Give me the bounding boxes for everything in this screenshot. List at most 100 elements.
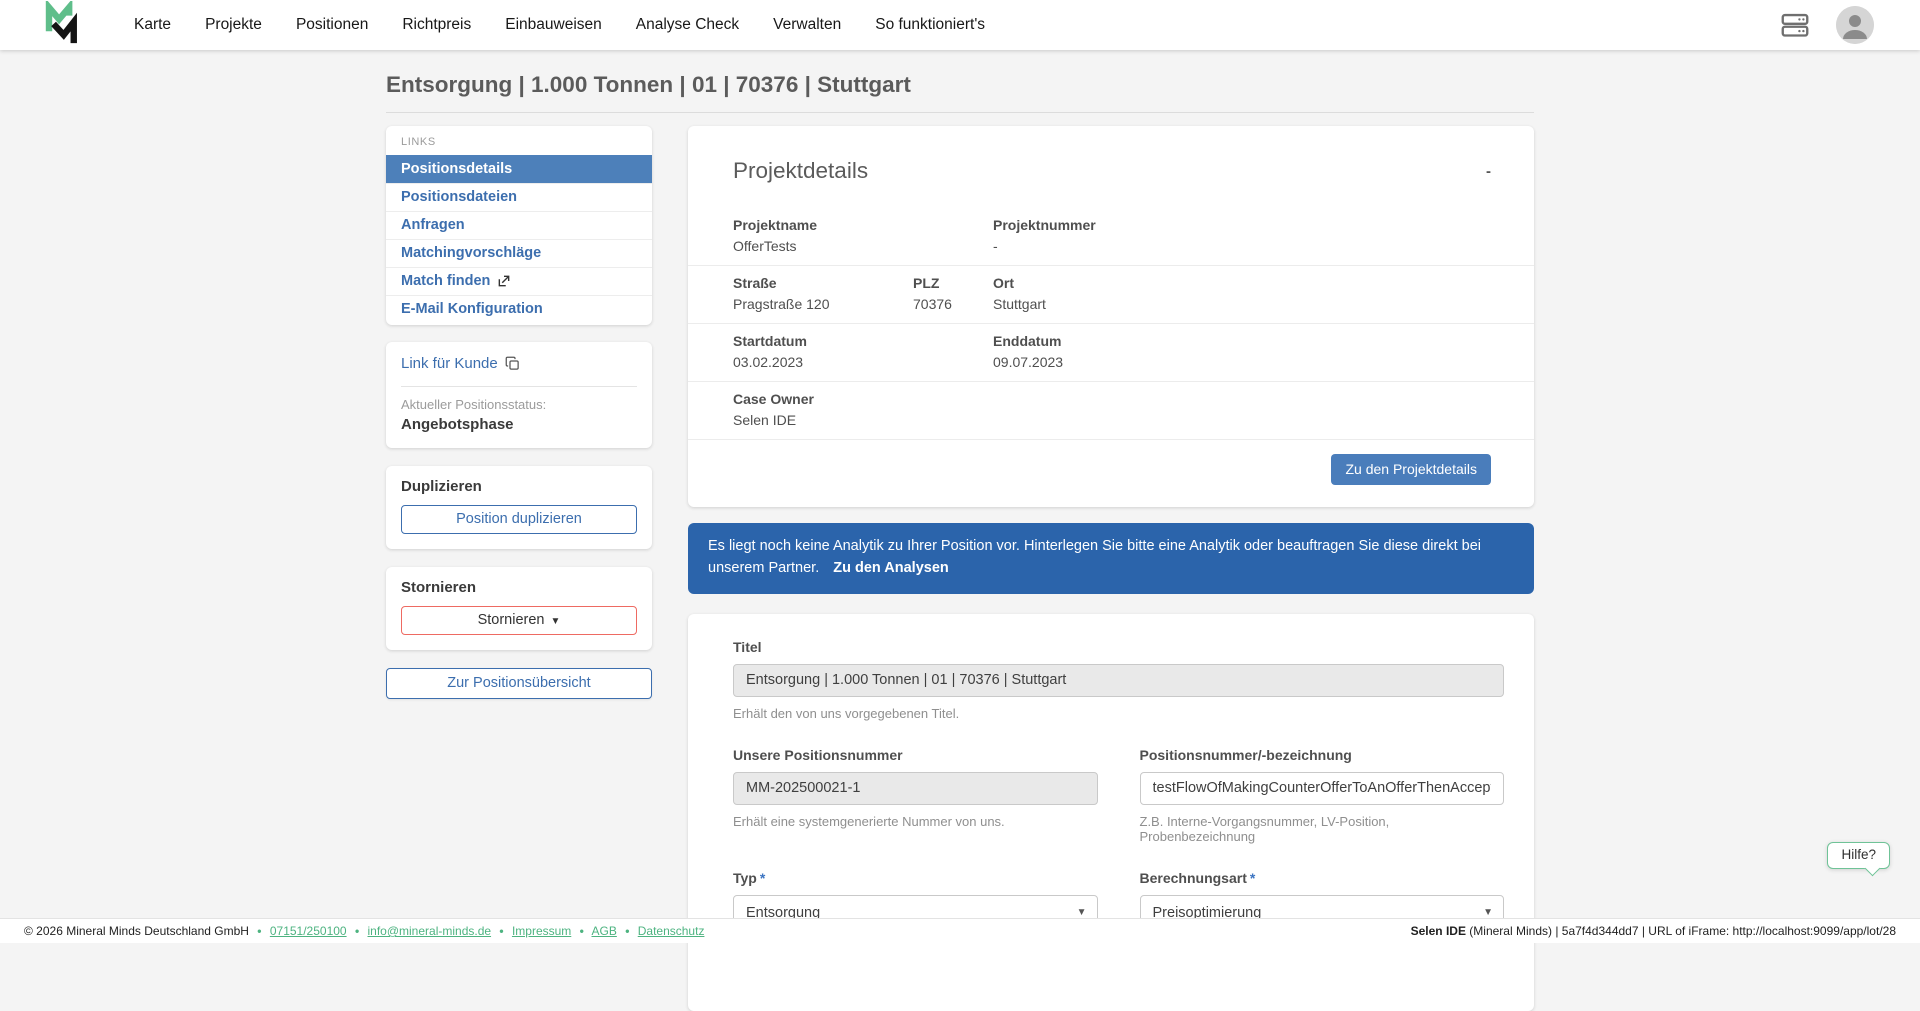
caret-down-icon: ▼: [1483, 907, 1493, 918]
position-form-card: Titel Erhält den von uns vorgegebenen Ti…: [688, 614, 1534, 1011]
project-row-dates: Startdatum 03.02.2023 Enddatum 09.07.202…: [688, 323, 1534, 381]
customer-link-card: Link für Kunde Aktueller Positionsstatus…: [386, 342, 652, 448]
required-asterisk: *: [760, 870, 765, 886]
footer-separator: •: [355, 924, 359, 938]
banner-text: Es liegt noch keine Analytik zu Ihrer Po…: [708, 538, 1481, 576]
position-status-label: Aktueller Positionsstatus:: [401, 397, 637, 412]
footer-email-link[interactable]: info@mineral-minds.de: [367, 924, 491, 938]
sidebar-item-email-konfiguration[interactable]: E-Mail Konfiguration: [386, 295, 652, 323]
berechnungsart-label: Berechnungsart*: [1140, 870, 1505, 886]
project-details-title: Projektdetails: [733, 158, 868, 184]
our-position-number-input: [733, 772, 1098, 805]
sidebar-item-positionsdetails[interactable]: Positionsdetails: [386, 155, 652, 183]
collapse-minus-icon[interactable]: -: [1486, 158, 1491, 179]
nav-item-positionen[interactable]: Positionen: [296, 16, 368, 34]
copy-icon: [505, 356, 520, 371]
sidebar-item-matchingvorschlaege[interactable]: Matchingvorschläge: [386, 239, 652, 267]
footer-separator: •: [257, 924, 261, 938]
our-position-number-helper: Erhält eine systemgenerierte Nummer von …: [733, 814, 1098, 829]
position-status-value: Angebotsphase: [401, 416, 637, 433]
footer: © 2026 Mineral Minds Deutschland GmbH • …: [0, 918, 1920, 943]
project-row-address: Straße Pragstraße 120 PLZ 70376 Ort Stut…: [688, 265, 1534, 323]
field-label: Startdatum: [733, 333, 993, 349]
copyright-text: © 2026 Mineral Minds Deutschland GmbH: [24, 924, 249, 938]
footer-session-text: (Mineral Minds) | 5a7f4d344dd7 | URL of …: [1466, 924, 1896, 938]
titel-helper-text: Erhält den von uns vorgegebenen Titel.: [733, 706, 1504, 721]
footer-separator: •: [580, 924, 584, 938]
cancel-button-label: Stornieren: [478, 612, 545, 628]
go-to-analyses-link[interactable]: Zu den Analysen: [833, 560, 948, 576]
user-avatar[interactable]: [1836, 6, 1874, 44]
nav-item-karte[interactable]: Karte: [134, 16, 171, 34]
position-number-input[interactable]: [1140, 772, 1505, 805]
duplicate-card: Duplizieren Position duplizieren: [386, 466, 652, 549]
field-value: 09.07.2023: [993, 354, 1489, 370]
position-number-helper: Z.B. Interne-Vorgangsnummer, LV-Position…: [1140, 814, 1505, 844]
field-label: Straße: [733, 275, 913, 291]
field-value: 03.02.2023: [733, 354, 993, 370]
field-label: Enddatum: [993, 333, 1489, 349]
footer-legal: © 2026 Mineral Minds Deutschland GmbH • …: [24, 924, 704, 938]
nav-item-so-funktionierts[interactable]: So funktioniert's: [875, 16, 985, 34]
brand-logo[interactable]: [38, 1, 82, 50]
footer-datenschutz-link[interactable]: Datenschutz: [638, 924, 705, 938]
field-value: -: [993, 238, 1489, 254]
nav-item-richtpreis[interactable]: Richtpreis: [402, 16, 471, 34]
analytics-info-banner: Es liegt noch keine Analytik zu Ihrer Po…: [688, 523, 1534, 594]
berechnungsart-label-text: Berechnungsart: [1140, 870, 1247, 886]
divider: [401, 386, 637, 387]
field-label: Case Owner: [733, 391, 1489, 407]
footer-user-name: Selen IDE: [1411, 924, 1466, 938]
field-label: Projektnummer: [993, 217, 1489, 233]
nav-item-analyse-check[interactable]: Analyse Check: [636, 16, 739, 34]
position-number-label: Positionsnummer/-bezeichnung: [1140, 747, 1505, 763]
sidebar-item-match-finden[interactable]: Match finden: [386, 267, 652, 295]
required-asterisk: *: [1250, 870, 1255, 886]
server-status-icon[interactable]: [1780, 11, 1810, 39]
field-value: Stuttgart: [993, 296, 1489, 312]
titel-label: Titel: [733, 639, 1504, 655]
field-value: 70376: [913, 296, 993, 312]
cancel-dropdown-button[interactable]: Stornieren ▼: [401, 606, 637, 635]
field-label: Projektname: [733, 217, 993, 233]
nav-item-verwalten[interactable]: Verwalten: [773, 16, 841, 34]
project-row-owner: Case Owner Selen IDE: [688, 381, 1534, 439]
project-details-card: Projektdetails - Projektname OfferTests …: [688, 126, 1534, 507]
top-navbar: Karte Projekte Positionen Richtpreis Ein…: [0, 0, 1920, 50]
caret-down-icon: ▼: [551, 616, 561, 627]
footer-separator: •: [499, 924, 503, 938]
sidebar-item-anfragen[interactable]: Anfragen: [386, 211, 652, 239]
titel-input: [733, 664, 1504, 697]
customer-link[interactable]: Link für Kunde: [401, 355, 520, 372]
sidebar-item-positionsdateien[interactable]: Positionsdateien: [386, 183, 652, 211]
footer-phone-link[interactable]: 07151/250100: [270, 924, 347, 938]
links-card: LINKS Positionsdetails Positionsdateien …: [386, 126, 652, 325]
sidebar-item-label: Match finden: [401, 273, 490, 289]
go-to-project-details-button[interactable]: Zu den Projektdetails: [1331, 454, 1491, 485]
customer-link-label: Link für Kunde: [401, 355, 498, 372]
help-button[interactable]: Hilfe?: [1827, 842, 1890, 869]
footer-agb-link[interactable]: AGB: [592, 924, 617, 938]
typ-label: Typ*: [733, 870, 1098, 886]
field-label: PLZ: [913, 275, 993, 291]
cancel-card: Stornieren Stornieren ▼: [386, 567, 652, 650]
footer-session-info: Selen IDE (Mineral Minds) | 5a7f4d344dd7…: [1411, 924, 1896, 938]
footer-separator: •: [625, 924, 629, 938]
cancel-card-header: Stornieren: [401, 579, 637, 596]
links-card-header: LINKS: [386, 126, 652, 155]
main-nav: Karte Projekte Positionen Richtpreis Ein…: [134, 16, 985, 34]
left-sidebar: LINKS Positionsdetails Positionsdateien …: [386, 126, 652, 699]
nav-item-projekte[interactable]: Projekte: [205, 16, 262, 34]
our-position-number-label: Unsere Positionsnummer: [733, 747, 1098, 763]
duplicate-position-button[interactable]: Position duplizieren: [401, 505, 637, 534]
field-label: Ort: [993, 275, 1489, 291]
field-value: Pragstraße 120: [733, 296, 913, 312]
footer-impressum-link[interactable]: Impressum: [512, 924, 571, 938]
project-row-name-number: Projektname OfferTests Projektnummer -: [688, 208, 1534, 265]
position-overview-button[interactable]: Zur Positionsübersicht: [386, 668, 652, 699]
caret-down-icon: ▼: [1077, 907, 1087, 918]
field-value: OfferTests: [733, 238, 993, 254]
duplicate-card-header: Duplizieren: [401, 478, 637, 495]
nav-item-einbauweisen[interactable]: Einbauweisen: [505, 16, 602, 34]
mineral-minds-logo-icon: [38, 1, 82, 50]
